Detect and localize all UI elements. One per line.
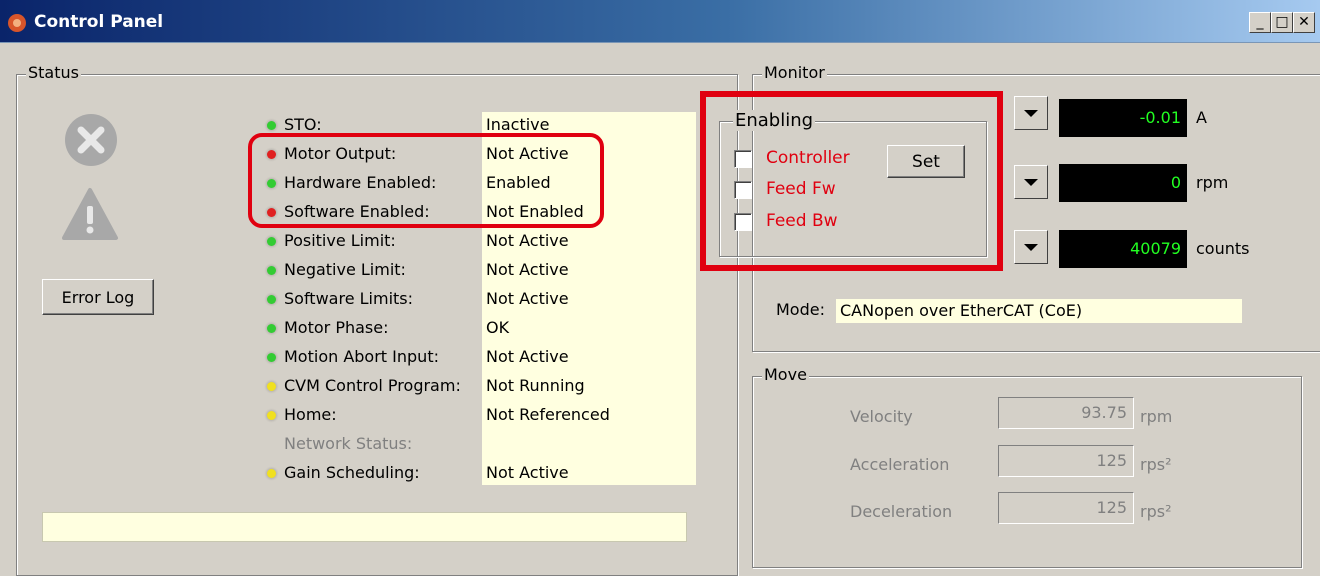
status-value: Not Active — [486, 347, 569, 366]
status-value: Not Active — [486, 463, 569, 482]
chevron-down-icon — [1024, 178, 1038, 186]
monitor-group-label: Monitor — [762, 63, 827, 82]
velocity-field[interactable]: 93.75 — [998, 397, 1134, 429]
monitor-unit-position: counts — [1196, 239, 1250, 258]
feed-fw-checkbox[interactable] — [734, 181, 752, 199]
monitor-readout-position: 40079 — [1059, 230, 1187, 268]
status-led-icon — [267, 382, 276, 391]
status-led-icon — [267, 324, 276, 333]
highlight-outline-status — [248, 133, 604, 228]
monitor-select-2-dropdown[interactable] — [1014, 165, 1048, 199]
status-row: Positive Limit: Not Active — [267, 226, 707, 255]
deceleration-field[interactable]: 125 — [998, 492, 1134, 524]
status-row: Negative Limit: Not Active — [267, 255, 707, 284]
status-label: STO: — [284, 115, 322, 134]
status-led-icon — [267, 121, 276, 130]
controller-checkbox[interactable] — [734, 150, 752, 168]
status-value: OK — [486, 318, 510, 337]
status-value: Not Referenced — [486, 405, 610, 424]
status-led-icon — [267, 295, 276, 304]
controller-label: Controller — [766, 148, 850, 168]
monitor-unit-current: A — [1196, 108, 1207, 127]
status-label: Motion Abort Input: — [284, 347, 439, 366]
feed-bw-label: Feed Bw — [766, 211, 838, 231]
status-led-icon — [267, 469, 276, 478]
minimize-button[interactable]: _ — [1249, 12, 1271, 33]
maximize-button[interactable]: □ — [1271, 12, 1293, 33]
status-row: Software Limits: Not Active — [267, 284, 707, 313]
mode-label: Mode: — [776, 300, 825, 319]
velocity-unit: rpm — [1140, 407, 1173, 426]
status-led-icon — [267, 266, 276, 275]
acceleration-field[interactable]: 125 — [998, 445, 1134, 477]
monitor-readout-velocity: 0 — [1059, 164, 1187, 202]
monitor-select-3-dropdown[interactable] — [1014, 230, 1048, 264]
monitor-unit-velocity: rpm — [1196, 173, 1229, 192]
status-row: Network Status: — [267, 429, 707, 458]
deceleration-label: Deceleration — [850, 502, 953, 521]
status-value: Not Active — [486, 289, 569, 308]
status-value: Not Active — [486, 260, 569, 279]
status-value: Not Active — [486, 231, 569, 250]
chevron-down-icon — [1024, 243, 1038, 251]
status-label: Home: — [284, 405, 337, 424]
deceleration-unit: rps² — [1140, 502, 1172, 521]
mode-value: CANopen over EtherCAT (CoE) — [836, 299, 1242, 323]
app-icon — [8, 14, 26, 32]
error-log-button[interactable]: Error Log — [42, 279, 154, 315]
status-label: Negative Limit: — [284, 260, 406, 279]
error-icon — [65, 114, 117, 166]
close-button[interactable]: ✕ — [1293, 12, 1315, 33]
monitor-readout-current: -0.01 — [1059, 99, 1187, 137]
acceleration-label: Acceleration — [850, 455, 950, 474]
status-label: Motor Phase: — [284, 318, 389, 337]
status-row: Home: Not Referenced — [267, 400, 707, 429]
chevron-down-icon — [1024, 109, 1038, 117]
title-bar: Control Panel _ □ ✕ — [0, 0, 1320, 43]
status-label: CVM Control Program: — [284, 376, 461, 395]
status-row: Motor Phase: OK — [267, 313, 707, 342]
status-led-icon — [267, 237, 276, 246]
status-led-icon — [267, 411, 276, 420]
velocity-label: Velocity — [850, 407, 913, 426]
warning-icon — [62, 188, 118, 240]
status-row: Motion Abort Input: Not Active — [267, 342, 707, 371]
status-group-label: Status — [26, 63, 81, 82]
status-message-bar — [42, 512, 687, 542]
status-led-icon — [267, 353, 276, 362]
move-group-label: Move — [762, 365, 809, 384]
status-label: Network Status: — [284, 434, 413, 453]
status-label: Gain Scheduling: — [284, 463, 420, 482]
set-button[interactable]: Set — [887, 145, 965, 178]
status-label: Positive Limit: — [284, 231, 396, 250]
status-label: Software Limits: — [284, 289, 414, 308]
status-value: Not Running — [486, 376, 585, 395]
acceleration-unit: rps² — [1140, 455, 1172, 474]
status-row: Gain Scheduling: Not Active — [267, 458, 707, 487]
monitor-select-1-dropdown[interactable] — [1014, 96, 1048, 130]
enabling-group — [719, 121, 987, 257]
window-title: Control Panel — [34, 12, 164, 32]
enabling-group-label: Enabling — [733, 110, 816, 131]
feed-fw-label: Feed Fw — [766, 179, 836, 199]
feed-bw-checkbox[interactable] — [734, 213, 752, 231]
status-row: CVM Control Program: Not Running — [267, 371, 707, 400]
